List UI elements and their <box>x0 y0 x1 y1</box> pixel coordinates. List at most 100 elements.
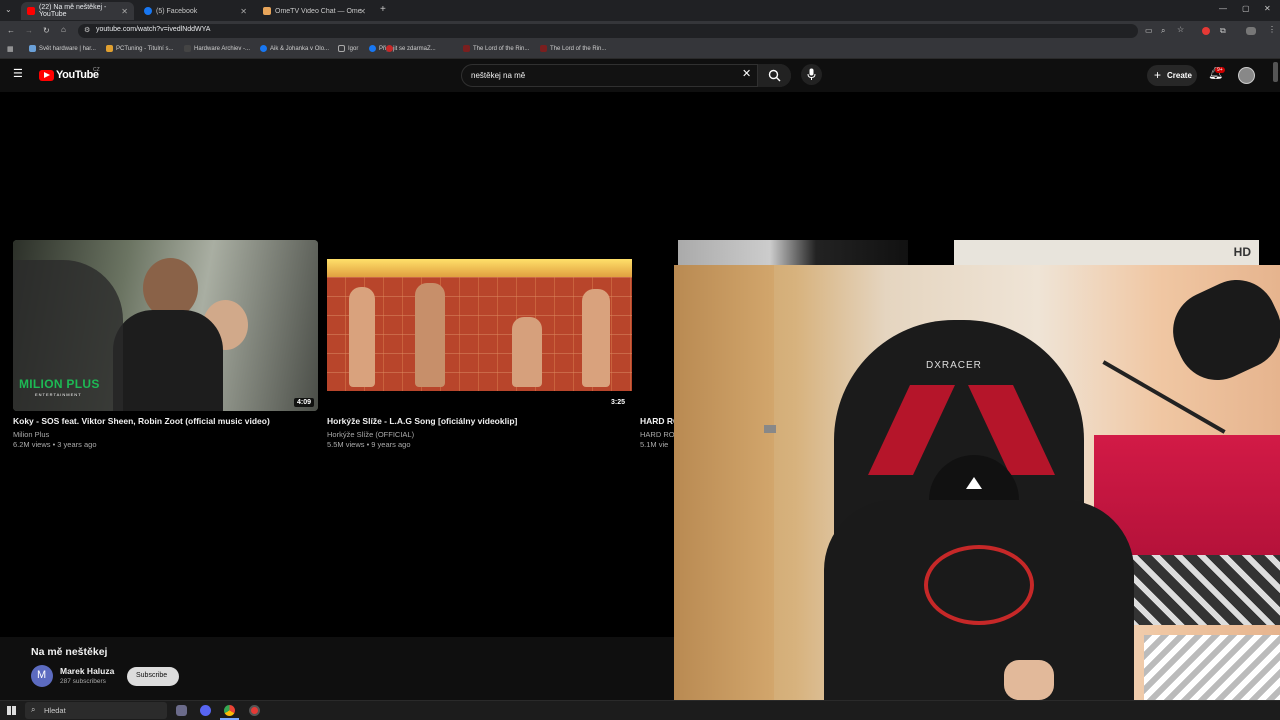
search-icon <box>768 69 781 82</box>
search-button[interactable] <box>757 64 791 87</box>
tab-label: OmeTV Video Chat — Omegle <box>275 7 361 15</box>
folder-icon <box>338 45 345 52</box>
video-thumbnail[interactable]: 3:25 <box>327 240 632 411</box>
bookmark-item[interactable]: Připojit se zdarmaZ... <box>369 45 436 52</box>
facebook-favicon-icon <box>144 7 152 15</box>
taskbar-app-icon[interactable] <box>176 705 187 716</box>
forward-icon[interactable]: → <box>25 27 33 35</box>
clear-search-icon[interactable]: ✕ <box>742 69 751 80</box>
site-info-icon[interactable]: ⚙ <box>84 27 90 34</box>
bookmark-item[interactable]: The Lord of the Rin... <box>463 45 529 52</box>
thumbnail-brand-sub: ENTERTAINMENT <box>35 392 82 397</box>
maximize-icon[interactable]: ▢ <box>1242 5 1250 13</box>
channel-name[interactable]: Marek Haluza <box>60 666 114 676</box>
bookmark-star-icon[interactable]: ☆ <box>1177 26 1184 34</box>
video-title[interactable]: Koky - SOS feat. Viktor Sheen, Robin Zoo… <box>13 416 270 426</box>
youtube-header: ☰ YouTube CZ neštěkej na mě ✕ + Create 🔔… <box>0 59 1280 92</box>
taskbar-search[interactable]: ⌕ Hledat <box>25 702 167 719</box>
subscribe-button[interactable]: Subscribe <box>127 667 179 686</box>
window-close-icon[interactable]: ✕ <box>1264 5 1271 13</box>
bookmark-folder[interactable]: Igor <box>338 45 358 52</box>
video-title[interactable]: Horkýže Slíže - L.A.G Song [oficiálny vi… <box>327 416 517 426</box>
adidas-logo-icon <box>966 477 982 489</box>
hamburger-menu-icon[interactable]: ☰ <box>13 69 23 80</box>
close-icon[interactable]: ✕ <box>121 7 128 16</box>
shirt-print <box>924 545 1034 625</box>
channel-name[interactable]: Horkýže Slíže (OFFICIAL) <box>327 430 414 439</box>
scrollbar[interactable] <box>1273 62 1278 82</box>
bookmark-favicon-icon <box>463 45 470 52</box>
discord-icon[interactable] <box>200 705 211 716</box>
bookmark-item[interactable]: Aik & Johanka v Olo... <box>260 45 329 52</box>
channel-avatar[interactable]: M <box>31 665 53 687</box>
video-meta: 5.1M vie <box>640 440 669 449</box>
bookmark-item[interactable]: Hardware Archiev -... <box>184 45 250 52</box>
youtube-favicon-icon <box>27 7 35 15</box>
back-icon[interactable]: ← <box>7 27 15 35</box>
person <box>349 287 375 387</box>
extensions-icon[interactable]: ⧉ <box>1220 27 1226 35</box>
menu-dots-icon[interactable]: ⋮ <box>1268 26 1276 34</box>
microphone-icon <box>807 68 816 80</box>
duration-badge: 3:25 <box>607 398 628 407</box>
play-icon <box>44 72 50 78</box>
windows-taskbar: ⌕ Hledat <box>0 700 1280 720</box>
video-page-title: Na mě neštěkej <box>31 646 108 658</box>
duration-badge: 4:09 <box>293 398 314 407</box>
create-button[interactable]: + Create <box>1147 65 1197 86</box>
windows-start-icon[interactable] <box>7 706 16 715</box>
tab-search-chevron-icon[interactable]: ⌄ <box>5 6 12 14</box>
search-input[interactable]: neštěkej na mě <box>471 71 525 80</box>
chair-brand: DXRACER <box>926 360 982 371</box>
chrome-icon[interactable] <box>224 705 235 716</box>
close-icon[interactable]: ✕ <box>240 7 247 16</box>
home-icon[interactable]: ⌂ <box>61 26 66 34</box>
obs-icon[interactable] <box>249 705 260 716</box>
facebook-favicon-icon <box>260 45 267 52</box>
reload-icon[interactable]: ↻ <box>43 27 50 35</box>
bookmark-item[interactable]: Připojit se zdarmaZ... <box>386 45 396 52</box>
bookmark-favicon-icon <box>106 45 113 52</box>
profile-icon[interactable] <box>1246 27 1256 35</box>
cast-icon[interactable]: ▭ <box>1145 27 1153 35</box>
notification-count-badge: 9+ <box>1215 67 1225 73</box>
bookmark-item[interactable]: PCTuning - Titulní s... <box>106 45 173 52</box>
tab-label: (5) Facebook <box>156 7 198 15</box>
record-extension-icon[interactable] <box>1202 27 1210 35</box>
apps-grid-icon[interactable]: ▦ <box>7 46 14 53</box>
new-tab-icon[interactable]: + <box>380 5 386 15</box>
door-handle <box>764 425 776 433</box>
create-label: Create <box>1167 71 1192 80</box>
minimize-icon[interactable]: — <box>1219 5 1227 13</box>
bookmark-favicon-icon <box>386 45 393 52</box>
taskbar-search-placeholder: Hledat <box>44 706 66 715</box>
ometv-favicon-icon <box>263 7 271 15</box>
region-code: CZ <box>93 67 100 73</box>
channel-name[interactable]: Milion Plus <box>13 430 49 439</box>
thumbnail-brand: MILION PLUS <box>19 377 100 391</box>
voice-search-button[interactable] <box>801 64 822 85</box>
youtube-logo-icon[interactable] <box>39 70 54 81</box>
person <box>582 289 610 387</box>
video-thumbnail[interactable]: MILION PLUS ENTERTAINMENT 4:09 <box>13 240 318 411</box>
tab-ometv[interactable]: OmeTV Video Chat — Omegle ✕ <box>257 2 372 20</box>
facebook-favicon-icon <box>369 45 376 52</box>
bookmark-item[interactable]: Svět hardware | har... <box>29 45 96 52</box>
video-thumbnail[interactable] <box>678 240 908 265</box>
account-avatar[interactable] <box>1238 67 1255 84</box>
bookmarks-bar: ▦ Svět hardware | har... PCTuning - Titu… <box>0 41 1280 59</box>
bookmark-item[interactable]: The Lord of the Rin... <box>540 45 606 52</box>
channel-name[interactable]: HARD RO <box>640 430 675 439</box>
tab-youtube[interactable]: (22) Na mě neštěkej - YouTube ✕ <box>21 2 134 20</box>
browser-tab-bar: ⌄ (22) Na mě neštěkej - YouTube ✕ (5) Fa… <box>0 0 1280 21</box>
tab-facebook[interactable]: (5) Facebook ✕ <box>138 2 253 20</box>
zoom-icon[interactable]: ⌕ <box>1161 27 1165 35</box>
close-icon[interactable]: ✕ <box>359 7 366 16</box>
url-text[interactable]: youtube.com/watch?v=ivedlNddWYA <box>96 26 210 33</box>
bookmark-favicon-icon <box>540 45 547 52</box>
bookmark-favicon-icon <box>29 45 36 52</box>
video-meta: 6.2M views • 3 years ago <box>13 440 97 449</box>
hd-badge: HD <box>1233 245 1251 259</box>
video-thumbnail[interactable]: HD <box>954 240 1259 265</box>
address-bar[interactable] <box>78 24 1138 38</box>
